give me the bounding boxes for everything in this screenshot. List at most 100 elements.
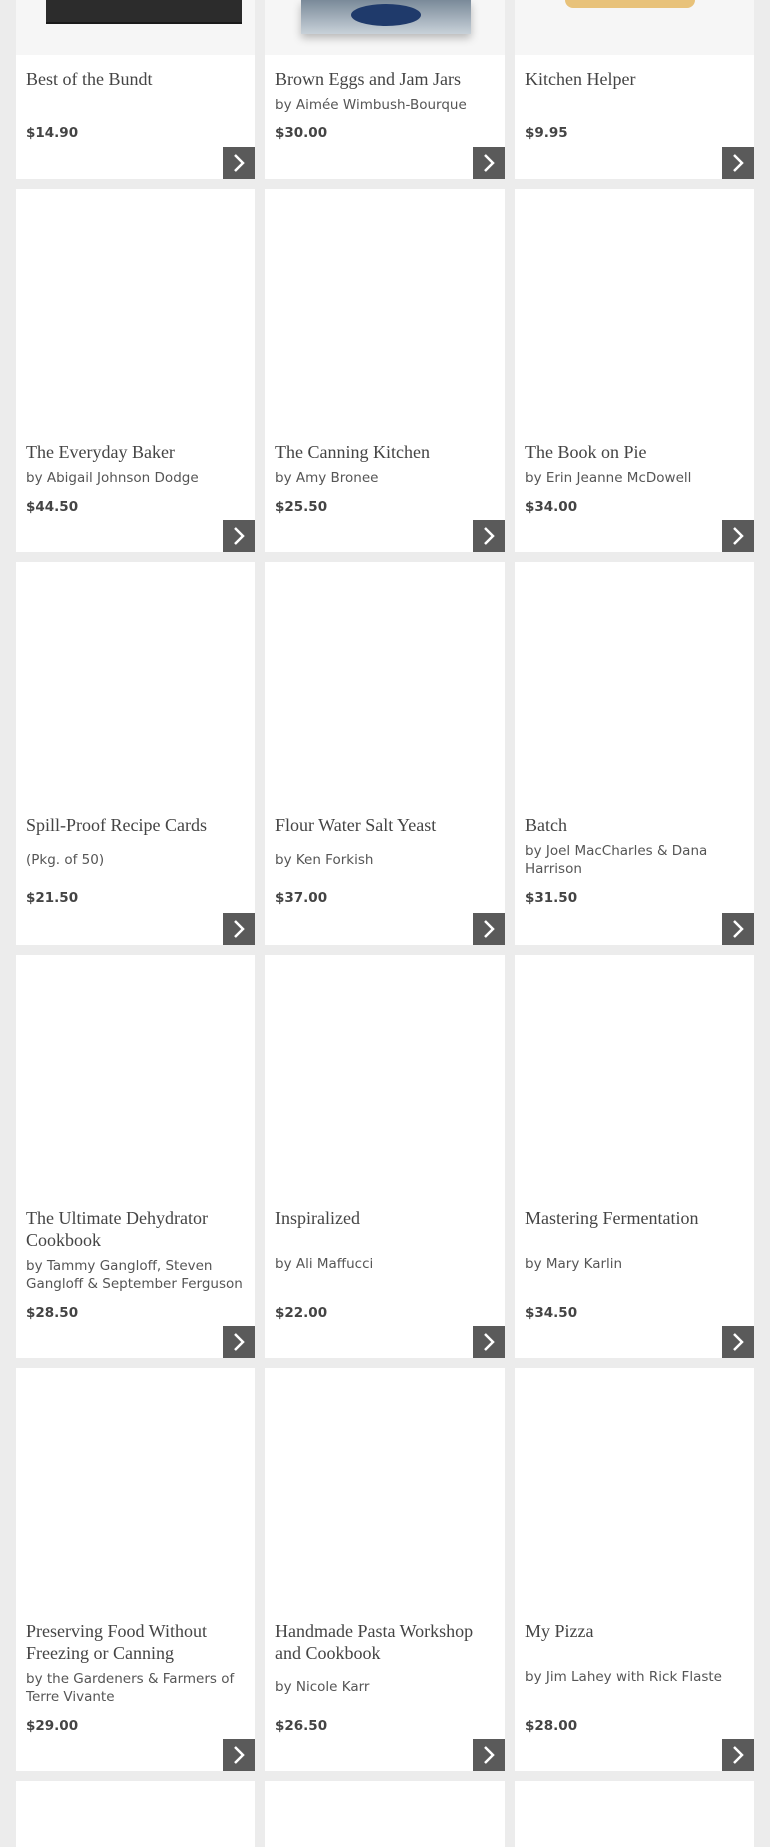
product-card[interactable] bbox=[515, 1781, 754, 1847]
product-price: $29.00 bbox=[26, 1718, 79, 1734]
product-image-area[interactable] bbox=[265, 955, 505, 1195]
product-card[interactable]: Inspiralized by Ali Maffucci $22.00 bbox=[265, 955, 505, 1358]
product-title[interactable]: Handmade Pasta Workshop and Cookbook bbox=[275, 1620, 495, 1664]
product-card[interactable]: Flour Water Salt Yeast by Ken Forkish $3… bbox=[265, 562, 505, 945]
product-title[interactable]: Flour Water Salt Yeast bbox=[275, 814, 495, 836]
product-card[interactable]: The Ultimate Dehydrator Cookbook by Tamm… bbox=[16, 955, 255, 1358]
chevron-right-icon bbox=[484, 1746, 495, 1764]
chevron-right-icon bbox=[733, 1746, 744, 1764]
view-product-button[interactable] bbox=[223, 147, 255, 179]
product-card[interactable]: Brown Eggs and Jam Jars by Aimée Wimbush… bbox=[265, 0, 505, 179]
product-price: $28.50 bbox=[26, 1305, 79, 1321]
product-author: by Abigail Johnson Dodge bbox=[26, 470, 199, 486]
product-author: (Pkg. of 50) bbox=[26, 852, 105, 868]
product-price: $25.50 bbox=[275, 499, 328, 515]
product-card[interactable]: The Canning Kitchen by Amy Bronee $25.50 bbox=[265, 189, 505, 552]
product-price: $26.50 bbox=[275, 1718, 328, 1734]
view-product-button[interactable] bbox=[223, 520, 255, 552]
product-title[interactable]: The Canning Kitchen bbox=[275, 441, 495, 463]
product-card[interactable]: Handmade Pasta Workshop and Cookbook by … bbox=[265, 1368, 505, 1771]
chevron-right-icon bbox=[234, 527, 245, 545]
product-image-area[interactable] bbox=[515, 189, 754, 429]
product-title[interactable]: Inspiralized bbox=[275, 1207, 495, 1229]
product-image-area[interactable] bbox=[16, 562, 255, 802]
view-product-button[interactable] bbox=[473, 1739, 505, 1771]
product-author: by Jim Lahey with Rick Flaste bbox=[525, 1669, 722, 1685]
chevron-right-icon bbox=[484, 920, 495, 938]
view-product-button[interactable] bbox=[473, 1326, 505, 1358]
product-title[interactable]: Spill-Proof Recipe Cards bbox=[26, 814, 245, 836]
product-image[interactable] bbox=[46, 0, 242, 24]
product-image-area[interactable] bbox=[265, 189, 505, 429]
product-title[interactable]: The Book on Pie bbox=[525, 441, 744, 463]
product-title[interactable]: Batch bbox=[525, 814, 744, 836]
product-title[interactable]: Kitchen Helper bbox=[525, 68, 744, 90]
product-title[interactable]: Brown Eggs and Jam Jars bbox=[275, 68, 495, 90]
product-card[interactable]: The Everyday Baker by Abigail Johnson Do… bbox=[16, 189, 255, 552]
product-author: by Aimée Wimbush-Bourque bbox=[275, 97, 467, 113]
product-card[interactable] bbox=[265, 1781, 505, 1847]
product-image-area[interactable] bbox=[515, 1368, 754, 1608]
chevron-right-icon bbox=[484, 154, 495, 172]
view-product-button[interactable] bbox=[473, 913, 505, 945]
product-card[interactable]: My Pizza by Jim Lahey with Rick Flaste $… bbox=[515, 1368, 754, 1771]
product-title[interactable]: The Ultimate Dehydrator Cookbook bbox=[26, 1207, 245, 1251]
product-price: $14.90 bbox=[26, 125, 79, 141]
product-author: by Mary Karlin bbox=[525, 1256, 623, 1272]
product-author: by Joel MacCharles & Dana Harrison bbox=[525, 843, 708, 877]
product-price: $28.00 bbox=[525, 1718, 578, 1734]
product-image[interactable] bbox=[301, 0, 471, 34]
view-product-button[interactable] bbox=[223, 1326, 255, 1358]
product-image-area[interactable] bbox=[515, 562, 754, 802]
product-author: by the Gardeners & Farmers of Terre Viva… bbox=[26, 1671, 235, 1705]
product-image-area[interactable] bbox=[265, 562, 505, 802]
chevron-right-icon bbox=[234, 920, 245, 938]
view-product-button[interactable] bbox=[473, 520, 505, 552]
product-card[interactable]: The Book on Pie by Erin Jeanne McDowell … bbox=[515, 189, 754, 552]
product-author: by Erin Jeanne McDowell bbox=[525, 470, 692, 486]
product-image-area[interactable] bbox=[16, 955, 255, 1195]
product-author: by Ali Maffucci bbox=[275, 1256, 374, 1272]
chevron-right-icon bbox=[733, 920, 744, 938]
product-card[interactable]: Mastering Fermentation by Mary Karlin $3… bbox=[515, 955, 754, 1358]
view-product-button[interactable] bbox=[473, 147, 505, 179]
product-title[interactable]: The Everyday Baker bbox=[26, 441, 245, 463]
product-image-area[interactable] bbox=[16, 1368, 255, 1608]
product-title[interactable]: My Pizza bbox=[525, 1620, 744, 1642]
product-card[interactable] bbox=[16, 1781, 255, 1847]
product-image-area[interactable] bbox=[265, 0, 505, 55]
product-price: $21.50 bbox=[26, 890, 79, 906]
product-card[interactable]: Spill-Proof Recipe Cards (Pkg. of 50) $2… bbox=[16, 562, 255, 945]
product-image-area[interactable] bbox=[16, 0, 255, 55]
product-author: by Ken Forkish bbox=[275, 852, 374, 868]
chevron-right-icon bbox=[234, 1333, 245, 1351]
product-title[interactable]: Best of the Bundt bbox=[26, 68, 245, 90]
view-product-button[interactable] bbox=[223, 1739, 255, 1771]
product-card[interactable]: Batch by Joel MacCharles & Dana Harrison… bbox=[515, 562, 754, 945]
product-price: $34.00 bbox=[525, 499, 578, 515]
view-product-button[interactable] bbox=[722, 147, 754, 179]
product-price: $44.50 bbox=[26, 499, 79, 515]
view-product-button[interactable] bbox=[223, 913, 255, 945]
view-product-button[interactable] bbox=[722, 913, 754, 945]
product-image[interactable] bbox=[565, 0, 695, 8]
chevron-right-icon bbox=[484, 527, 495, 545]
product-card[interactable]: Kitchen Helper $9.95 bbox=[515, 0, 754, 179]
view-product-button[interactable] bbox=[722, 1739, 754, 1771]
chevron-right-icon bbox=[234, 1746, 245, 1764]
product-author: by Tammy Gangloff, Steven Gangloff & Sep… bbox=[26, 1258, 243, 1292]
view-product-button[interactable] bbox=[722, 520, 754, 552]
product-title[interactable]: Preserving Food Without Freezing or Cann… bbox=[26, 1620, 245, 1664]
product-image-area[interactable] bbox=[16, 189, 255, 429]
product-price: $30.00 bbox=[275, 125, 328, 141]
chevron-right-icon bbox=[733, 527, 744, 545]
product-image-area[interactable] bbox=[265, 1368, 505, 1608]
chevron-right-icon bbox=[733, 154, 744, 172]
product-card[interactable]: Best of the Bundt $14.90 bbox=[16, 0, 255, 179]
product-image-area[interactable] bbox=[515, 955, 754, 1195]
product-card[interactable]: Preserving Food Without Freezing or Cann… bbox=[16, 1368, 255, 1771]
product-title[interactable]: Mastering Fermentation bbox=[525, 1207, 744, 1229]
product-image-area[interactable] bbox=[515, 0, 754, 55]
product-price: $37.00 bbox=[275, 890, 328, 906]
view-product-button[interactable] bbox=[722, 1326, 754, 1358]
